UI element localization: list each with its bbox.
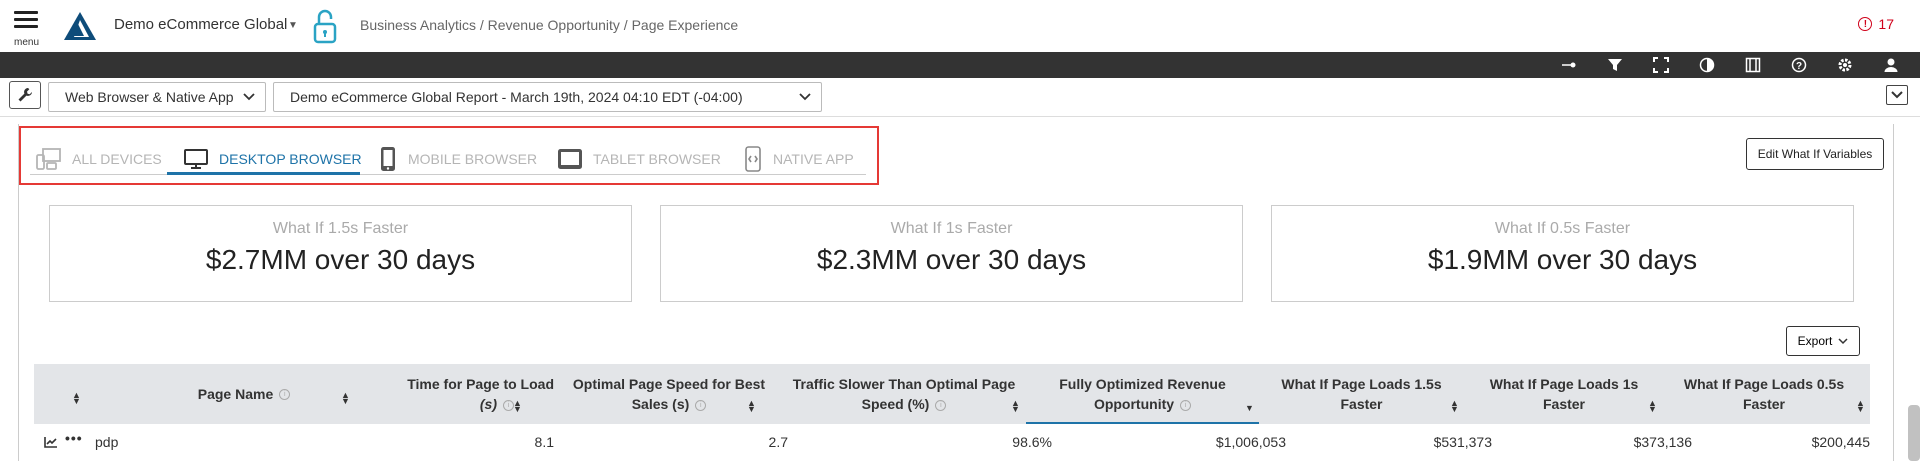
cell-optimal-speed: 2.7	[768, 434, 788, 450]
tab-label: MOBILE BROWSER	[408, 151, 538, 167]
card-title: What If 1s Faster	[890, 220, 1013, 237]
cell-traffic-slower: 98.6%	[1012, 434, 1052, 450]
info-icon[interactable]: i	[695, 399, 707, 411]
column-header-load-time[interactable]: Time for Page to Load (s) i	[364, 364, 554, 424]
wrench-button[interactable]	[9, 81, 41, 109]
sort-icon[interactable]: ▲ ▼	[513, 399, 522, 414]
org-name[interactable]: Demo eCommerce Global	[114, 16, 287, 33]
card-value: $1.9MM over 30 days	[1427, 244, 1698, 275]
org-caret-icon[interactable]: ▼	[288, 20, 298, 31]
cell-revenue-opportunity: $1,006,053	[1215, 434, 1286, 450]
card-title: What If 0.5s Faster	[1494, 220, 1631, 237]
sort-icon[interactable]: ▲ ▼	[1450, 399, 1459, 414]
hamburger-icon	[14, 11, 38, 14]
tab-label: NATIVE APP	[773, 151, 854, 167]
wrench-icon	[18, 88, 32, 102]
pin-icon[interactable]	[1558, 54, 1580, 76]
menu-label: menu	[14, 37, 40, 48]
trend-chart-icon[interactable]	[44, 436, 58, 448]
sort-icon[interactable]: ▲ ▼	[747, 399, 756, 414]
chevron-down-icon	[243, 93, 255, 101]
cell-what-if-1-5s: $531,373	[1433, 434, 1492, 450]
page-scrollbar[interactable]	[1908, 405, 1920, 461]
cell-what-if-1s: $373,136	[1633, 434, 1692, 450]
column-header-optimal-speed[interactable]: Optimal Page Speed for Best Sales (s) i	[554, 364, 784, 424]
tab-mobile-browser[interactable]: MOBILE BROWSER	[378, 145, 537, 173]
more-options-icon[interactable]: •••	[65, 430, 83, 446]
filter-icon[interactable]	[1604, 54, 1626, 76]
help-icon[interactable]: ?	[1788, 54, 1810, 76]
chevron-down-icon	[1891, 91, 1903, 99]
report-select[interactable]: Demo eCommerce Global Report - March 19t…	[273, 82, 822, 112]
fullscreen-icon[interactable]	[1650, 54, 1672, 76]
unlock-icon[interactable]	[312, 8, 338, 44]
what-if-card: What If 1s Faster $2.3MM over 30 days	[660, 205, 1243, 302]
column-header-what-if-1s[interactable]: What If Page Loads 1s Faster	[1464, 364, 1664, 424]
platform-select[interactable]: Web Browser & Native App	[48, 82, 266, 112]
video-icon[interactable]	[1742, 54, 1764, 76]
tab-all-devices[interactable]: ALL DEVICES	[36, 145, 162, 173]
edit-what-if-button[interactable]: Edit What If Variables	[1746, 138, 1884, 170]
sort-icon[interactable]: ▲ ▼	[341, 391, 350, 406]
table-header: ▲ ▼ Page Name i ▲ ▼ Time for Page to Load (…	[34, 364, 1870, 424]
filter-row: Web Browser & Native App Demo eCommerce …	[0, 79, 1920, 117]
menu-button[interactable]: menu	[12, 9, 42, 48]
tab-label: DESKTOP BROWSER	[219, 151, 362, 167]
cell-page-name[interactable]: pdp	[95, 434, 118, 450]
app-logo-icon[interactable]	[62, 10, 98, 42]
card-value: $2.7MM over 30 days	[205, 244, 476, 275]
alert-icon: !	[1858, 17, 1873, 31]
cell-what-if-0-5s: $200,445	[1811, 434, 1870, 450]
report-select-value: Demo eCommerce Global Report - March 19t…	[290, 89, 743, 105]
info-icon[interactable]: i	[1180, 399, 1192, 411]
tab-native-app[interactable]: NATIVE APP	[743, 145, 854, 173]
what-if-card: What If 0.5s Faster $1.9MM over 30 days	[1271, 205, 1854, 302]
sort-icon[interactable]: ▲ ▼	[72, 391, 81, 406]
svg-text:?: ?	[1796, 61, 1802, 72]
alert-count: 17	[1878, 16, 1894, 32]
card-value: $2.3MM over 30 days	[816, 244, 1087, 275]
platform-select-value: Web Browser & Native App	[65, 89, 234, 105]
sort-desc-icon[interactable]: ▼	[1245, 404, 1254, 413]
chevron-down-icon	[1838, 338, 1848, 345]
sort-icon[interactable]: ▲ ▼	[1648, 399, 1657, 414]
tab-label: ALL DEVICES	[72, 151, 162, 167]
breadcrumb: Business Analytics / Revenue Opportunity…	[360, 17, 739, 33]
info-icon[interactable]: i	[935, 399, 947, 411]
desktop-icon	[184, 149, 208, 169]
export-label: Export	[1797, 334, 1833, 348]
settings-icon[interactable]	[1834, 54, 1856, 76]
mobile-icon	[381, 147, 395, 171]
tablet-icon	[558, 149, 582, 169]
sorted-column-indicator	[1026, 422, 1259, 424]
export-button[interactable]: Export	[1786, 326, 1860, 356]
collapse-toggle-button[interactable]	[1886, 85, 1908, 105]
column-header-page-name[interactable]: Page Name i	[124, 364, 364, 424]
tab-label: TABLET BROWSER	[593, 151, 721, 167]
sort-icon[interactable]: ▲ ▼	[1011, 399, 1020, 414]
top-bar: menu Demo eCommerce Global ▼ Business An…	[0, 0, 1920, 52]
chevron-down-icon	[799, 93, 811, 101]
alerts-indicator[interactable]: ! 17	[1858, 16, 1894, 32]
toolbar: ?	[0, 52, 1920, 78]
info-icon[interactable]: i	[279, 388, 291, 400]
all-devices-icon	[36, 148, 61, 170]
column-header-what-if-1-5s[interactable]: What If Page Loads 1.5s Faster	[1259, 364, 1464, 424]
column-header-what-if-0-5s[interactable]: What If Page Loads 0.5s Faster	[1664, 364, 1864, 424]
cell-load-time: 8.1	[534, 434, 554, 450]
native-app-icon	[745, 146, 761, 172]
table-row: ••• pdp 8.1 2.7 98.6% $1,006,053 $531,37…	[34, 426, 1870, 461]
tab-desktop-browser[interactable]: DESKTOP BROWSER	[183, 145, 362, 173]
user-icon[interactable]	[1880, 54, 1902, 76]
card-title: What If 1.5s Faster	[272, 220, 409, 237]
tab-tablet-browser[interactable]: TABLET BROWSER	[557, 145, 721, 173]
what-if-card: What If 1.5s Faster $2.7MM over 30 days	[49, 205, 632, 302]
contrast-icon[interactable]	[1696, 54, 1718, 76]
column-header-revenue-opportunity[interactable]: Fully Optimized Revenue Opportunity i	[1026, 364, 1259, 424]
column-header-traffic-slower[interactable]: Traffic Slower Than Optimal Page Speed (…	[784, 364, 1024, 424]
sort-icon[interactable]: ▲ ▼	[1856, 399, 1865, 414]
